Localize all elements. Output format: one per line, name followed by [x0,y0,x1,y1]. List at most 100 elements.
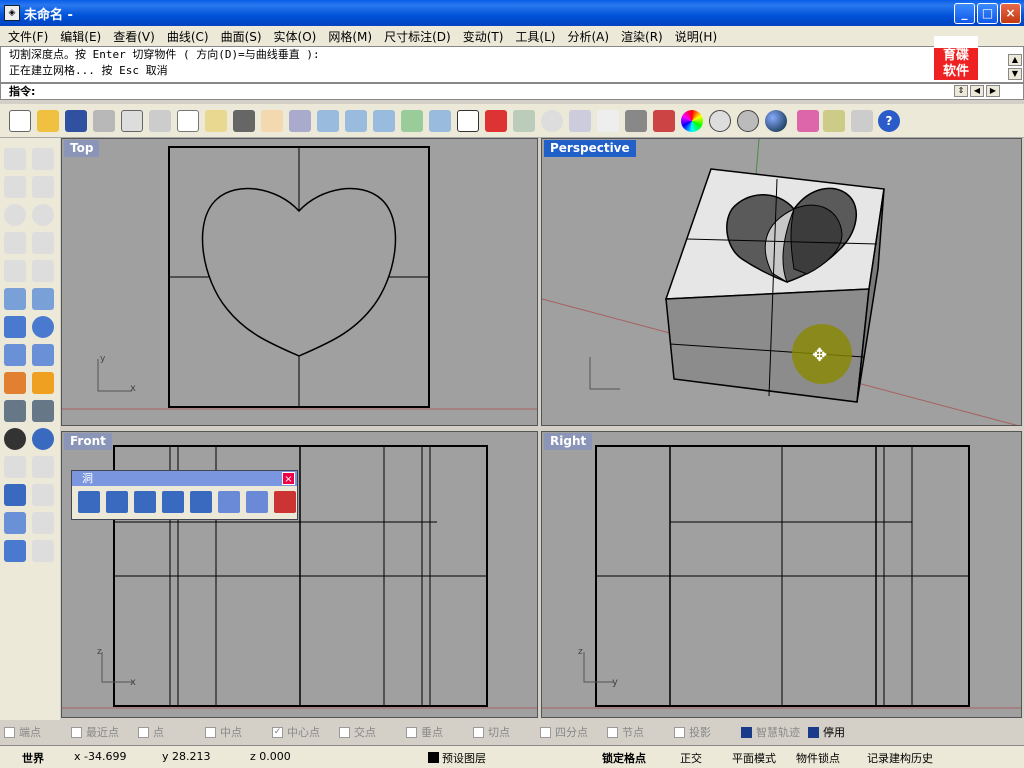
camera-car-icon[interactable] [485,110,507,132]
zoom-window-icon[interactable] [345,110,367,132]
move-hole-icon[interactable] [162,491,184,513]
rectangle-icon[interactable] [32,232,54,254]
make2d-icon[interactable] [32,540,54,562]
osnap-checkbox[interactable] [4,726,15,738]
prompt-updown-icon[interactable]: ⇕ [954,85,968,97]
osnap-checkbox[interactable] [540,726,551,738]
options-gear-icon[interactable] [823,110,845,132]
viewport-label-front[interactable]: Front [64,433,112,450]
hole-toolbar-title[interactable]: 洞 [72,471,297,486]
menu-render[interactable]: 渲染(R) [615,28,669,45]
menu-analyze[interactable]: 分析(A) [561,28,615,45]
transform-gears-icon[interactable] [4,372,26,394]
lock-icon[interactable] [625,110,647,132]
menu-tools[interactable]: 工具(L) [509,28,561,45]
polygon-icon[interactable] [4,260,26,282]
open-file-icon[interactable] [37,110,59,132]
rotate-hole-icon[interactable] [190,491,212,513]
menu-surface[interactable]: 曲面(S) [215,28,268,45]
import-icon[interactable] [121,110,143,132]
osnap-mid[interactable]: 中点 [205,724,272,740]
menu-edit[interactable]: 编辑(E) [54,28,107,45]
rotate-icon[interactable] [32,456,54,478]
pan-hand-icon[interactable] [261,110,283,132]
trim-icon[interactable] [4,400,26,422]
osnap-checkbox[interactable] [674,726,685,738]
prompt-forward-icon[interactable]: ▶ [986,85,1000,97]
viewport-top[interactable]: y x Top [61,138,538,426]
arc-icon[interactable] [4,232,26,254]
array-hole-polar-icon[interactable] [246,491,268,513]
analyze-icon[interactable] [32,512,54,534]
group-icon[interactable] [32,428,54,450]
status-history[interactable]: 记录建构历史 [867,750,933,766]
osnap-checkbox[interactable] [205,726,216,738]
menu-view[interactable]: 查看(V) [107,28,161,45]
properties-icon[interactable] [797,110,819,132]
history-scroll-up-icon[interactable]: ▲ [1008,54,1022,66]
undo-view-icon[interactable] [429,110,451,132]
cplane-icon[interactable] [513,110,535,132]
light-bulb-icon[interactable] [597,110,619,132]
ellipse-icon[interactable] [32,204,54,226]
boolean-union-icon[interactable] [32,316,54,338]
menu-mesh[interactable]: 网格(M) [322,28,378,45]
prompt-back-icon[interactable]: ◀ [970,85,984,97]
osnap-center[interactable]: ✓ 中心点 [272,724,339,740]
print-icon[interactable] [93,110,115,132]
round-hole-icon[interactable] [106,491,128,513]
delete-hole-icon[interactable] [274,491,296,513]
maximize-button[interactable]: □ [977,3,998,24]
viewport-right[interactable]: z y Right [541,431,1022,718]
zoom-selected-icon[interactable] [401,110,423,132]
hole-toolbar-close-icon[interactable]: × [282,472,295,485]
select-arrow-icon[interactable] [4,148,26,170]
osnap-intersection[interactable]: 交点 [339,724,406,740]
osnap-checkbox[interactable] [71,726,82,738]
osnap-quad[interactable]: 四分点 [540,724,607,740]
select-points-icon[interactable] [569,110,591,132]
shaded-sphere-icon[interactable] [737,110,759,132]
join-icon[interactable] [4,428,26,450]
color-wheel-icon[interactable] [681,110,703,132]
osnap-checkbox[interactable] [406,726,417,738]
osnap-end[interactable]: 端点 [4,724,71,740]
layer-icon[interactable] [653,110,675,132]
menu-dimension[interactable]: 尺寸标注(D) [378,28,457,45]
move-icon[interactable] [4,456,26,478]
dimension-icon[interactable] [32,484,54,506]
osnap-checkbox[interactable] [473,726,484,738]
osnap-icon[interactable] [541,110,563,132]
new-file-icon[interactable] [9,110,31,132]
zoom-icon[interactable] [317,110,339,132]
status-osnap[interactable]: 物件锁点 [796,750,840,766]
status-layer[interactable]: 预设图层 [442,750,486,766]
minimize-button[interactable]: _ [954,3,975,24]
hole-toolbar[interactable]: 洞 × [71,470,298,520]
surface-icon[interactable] [4,288,26,310]
status-cplane[interactable]: 世界 [22,750,44,766]
polyline-icon[interactable] [4,176,26,198]
circle-icon[interactable] [4,204,26,226]
box-solid-icon[interactable] [4,316,26,338]
make-hole-icon[interactable] [78,491,100,513]
mesh-plane-icon[interactable] [32,344,54,366]
save-icon[interactable] [65,110,87,132]
mesh-icon[interactable] [4,344,26,366]
place-hole-icon[interactable] [134,491,156,513]
undo-icon[interactable] [233,110,255,132]
point-icon[interactable] [32,148,54,170]
render-sphere-icon[interactable] [765,110,787,132]
osnap-checkbox-checked[interactable] [808,726,819,738]
four-viewports-icon[interactable] [457,110,479,132]
cut-icon[interactable] [149,110,171,132]
osnap-project[interactable]: 投影 [674,724,741,740]
osnap-tan[interactable]: 切点 [473,724,540,740]
fillet-curve-icon[interactable] [32,260,54,282]
menu-transform[interactable]: 变动(T) [457,28,510,45]
wireframe-sphere-icon[interactable] [709,110,731,132]
command-prompt[interactable]: 指令: [0,83,1024,100]
viewport-label-perspective[interactable]: Perspective [544,140,636,157]
solid-tools-icon[interactable] [4,540,26,562]
osnap-point[interactable]: 点 [138,724,205,740]
